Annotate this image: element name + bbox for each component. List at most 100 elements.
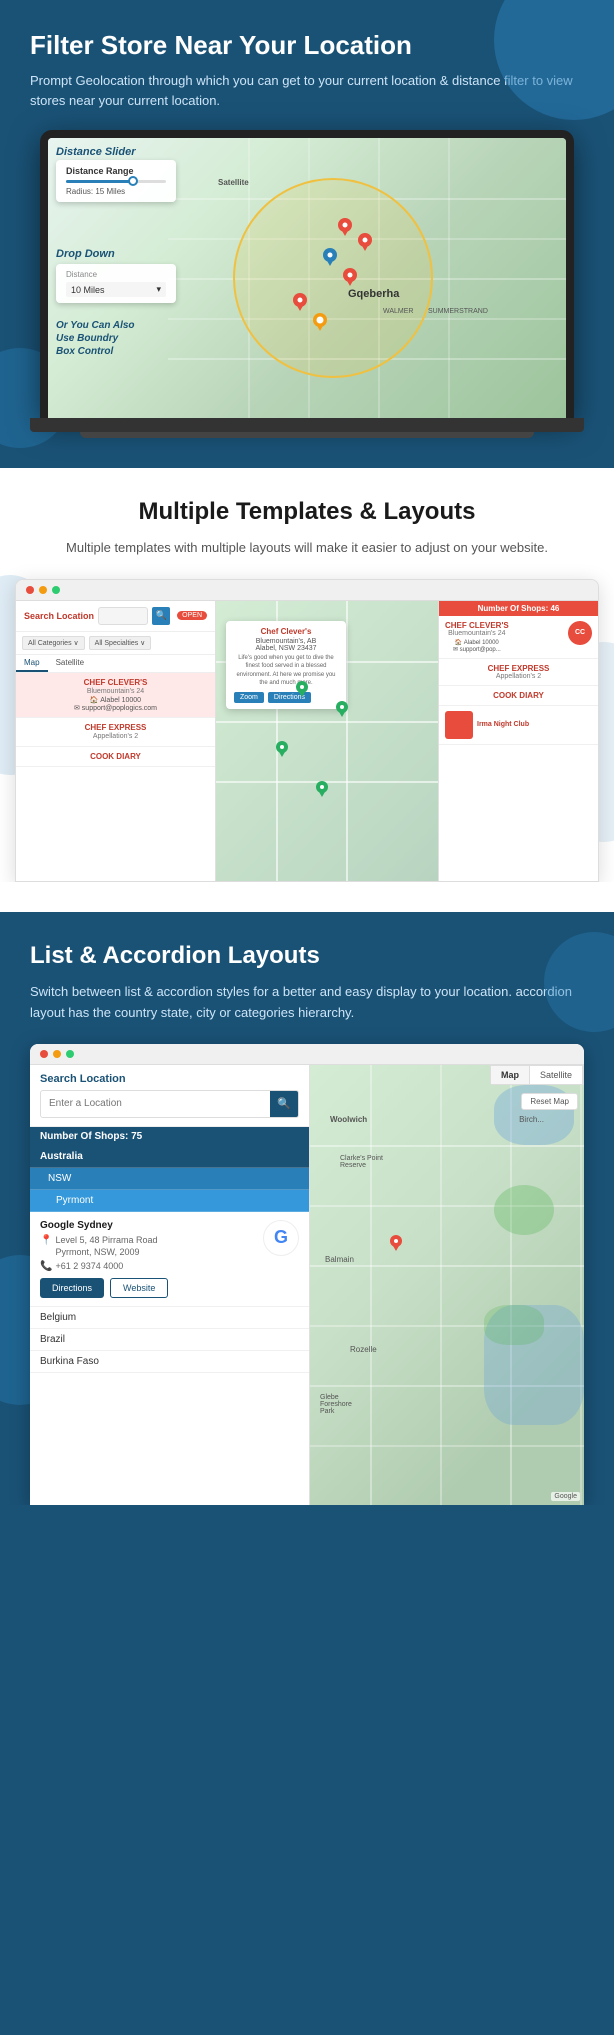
sl-open-toggle[interactable]: OPEN (177, 611, 207, 620)
dot-red (40, 1050, 48, 1058)
sl-tab-satellite[interactable]: Satellite (48, 655, 92, 672)
reset-map-button[interactable]: Reset Map (521, 1093, 578, 1110)
sl-store-list: CHEF CLEVER'S Bluemountain's 24 🏠 Alabel… (16, 673, 215, 881)
section3-title: List & Accordion Layouts (30, 942, 584, 970)
rp-store-addr: Bluemountain's 24 (445, 630, 509, 637)
map-pin (296, 681, 308, 697)
sl-tab-bar: Map Satellite (16, 655, 215, 673)
store-addr: Bluemountain's 24 (22, 688, 209, 695)
map-label: Woolwich (330, 1115, 367, 1124)
map-tab-satellite[interactable]: Satellite (530, 1066, 583, 1084)
store-name: COOK DIARY (22, 752, 209, 761)
slider-fill (66, 180, 136, 183)
directions-button[interactable]: Directions (40, 1278, 104, 1298)
popup-desc: Life's good when you get to dive the fin… (234, 654, 338, 688)
acc-store-name: Google Sydney (40, 1220, 255, 1231)
section1-description: Prompt Geolocation through which you can… (30, 71, 584, 110)
map-label: Clarke's PointReserve (340, 1155, 383, 1169)
browser-outer: Search Location 🔍 OPEN All Categories ∨ … (15, 579, 599, 882)
laptop-base (30, 418, 584, 432)
sl-category-filter[interactable]: All Categories ∨ (22, 636, 85, 650)
dot-green (52, 586, 60, 594)
list-item: CHEF CLEVER'S Bluemountain's 24 🏠 Alabel… (16, 673, 215, 718)
section-templates: Multiple Templates & Layouts Multiple te… (0, 468, 614, 882)
dot-yellow (39, 586, 47, 594)
acc-city-pyrmont[interactable]: Pyrmont (30, 1190, 309, 1212)
website-button[interactable]: Website (110, 1278, 168, 1298)
sl-search-bar: Search Location 🔍 OPEN (24, 607, 207, 625)
sl-map-area: Chef Clever's Bluemountain's, ABAlabel, … (216, 601, 438, 881)
map-road (310, 1445, 584, 1447)
chevron-down-icon: ▾ (156, 284, 161, 295)
sl-search-input[interactable] (98, 607, 148, 625)
store-meta: 🏠 Alabel 10000 (22, 696, 209, 704)
acc-country-brazil[interactable]: Brazil (30, 1329, 309, 1351)
map-pin (336, 701, 348, 717)
rp-store-name: Irma Night Club (477, 721, 529, 728)
accordion-left-panel: Search Location 🔍 Number Of Shops: 75 Au… (30, 1065, 310, 1505)
acc-map-area: Woolwich Clarke's PointReserve Balmain R… (310, 1065, 584, 1505)
acc-search-input[interactable] (41, 1094, 270, 1113)
acc-country-burkina-faso[interactable]: Burkina Faso (30, 1351, 309, 1373)
dot-green (66, 1050, 74, 1058)
acc-phone-text: +61 2 9374 4000 (55, 1261, 123, 1271)
map-road (216, 721, 438, 723)
map-pin (316, 781, 328, 797)
map-road (580, 1065, 582, 1505)
sl-tab-map[interactable]: Map (16, 655, 48, 672)
acc-count: Number Of Shops: 75 (30, 1127, 309, 1146)
map-pin-sydney (390, 1235, 402, 1251)
store-email: ✉ support@poplogics.com (22, 704, 209, 712)
distance-slider-label: Distance Slider (56, 146, 135, 158)
map-label: Balmain (325, 1255, 354, 1264)
popup-addr: Bluemountain's, ABAlabel, NSW 23437 (234, 638, 338, 652)
popup-buttons: Zoom Directions (234, 692, 338, 703)
rp-store-addr: Appellation's 2 (445, 673, 592, 680)
rp-store-name: CHEF EXPRESS (445, 664, 592, 673)
map-tab-bar: Map Satellite (490, 1065, 584, 1085)
laptop-outer: Distance Slider Distance Range Radius: 1… (40, 130, 574, 418)
map-label: Rozelle (350, 1345, 377, 1354)
rp-store-meta: 🏠 Alabel 10000✉ support@pop... (445, 639, 509, 653)
google-logo: G (263, 1220, 299, 1256)
dropdown-panel: Distance 10 Miles ▾ (56, 264, 176, 303)
sl-search-button[interactable]: 🔍 (152, 607, 170, 625)
laptop-screen: Distance Slider Distance Range Radius: 1… (48, 138, 566, 418)
map-pin (323, 248, 337, 266)
acc-search-button[interactable]: 🔍 (270, 1091, 298, 1117)
dropdown-value[interactable]: 10 Miles ▾ (66, 282, 166, 297)
rp-count-header: Number Of Shops: 46 (439, 601, 598, 616)
dropdown-label: Drop Down (56, 248, 115, 260)
map-label-city: Gqeberha (348, 288, 399, 300)
store-name: CHEF CLEVER'S (22, 678, 209, 687)
map-label-summerstrand: SUMMERSTRAND (428, 308, 488, 315)
store-popup: Chef Clever's Bluemountain's, ABAlabel, … (226, 621, 346, 709)
map-pin (358, 233, 372, 251)
browser-bar (30, 1044, 584, 1065)
slider-track[interactable] (66, 180, 166, 183)
map-pin (276, 741, 288, 757)
sl-right-panel: Number Of Shops: 46 CHEF CLEVER'S Bluemo… (438, 601, 598, 881)
acc-state-nsw[interactable]: NSW (30, 1168, 309, 1190)
map-road (448, 138, 450, 418)
map-pin (313, 313, 327, 331)
browser-mockup-templates: Search Location 🔍 OPEN All Categories ∨ … (0, 579, 614, 882)
acc-addr-text: Level 5, 48 Pirrama RoadPyrmont, NSW, 20… (55, 1234, 157, 1259)
map-pin (293, 293, 307, 311)
acc-store-phone: 📞 +61 2 9374 4000 (40, 1261, 255, 1272)
map-tab-map[interactable]: Map (491, 1066, 530, 1084)
section3-description: Switch between list & accordion styles f… (30, 982, 584, 1024)
popup-store-name: Chef Clever's (234, 627, 338, 636)
list-item: Irma Night Club (439, 706, 598, 745)
acc-store-info: Google Sydney 📍 Level 5, 48 Pirrama Road… (40, 1220, 255, 1298)
popup-zoom-btn[interactable]: Zoom (234, 692, 264, 703)
list-item: CHEF CLEVER'S Bluemountain's 24 🏠 Alabel… (439, 616, 598, 659)
acc-country-australia[interactable]: Australia (30, 1146, 309, 1168)
browser-bar (16, 580, 598, 601)
sl-specialty-filter[interactable]: All Specialties ∨ (89, 636, 152, 650)
acc-country-belgium[interactable]: Belgium (30, 1307, 309, 1329)
browser-mockup-accordion: Search Location 🔍 Number Of Shops: 75 Au… (20, 1044, 594, 1505)
dot-red (26, 586, 34, 594)
acc-search-title: Search Location (40, 1073, 299, 1085)
map-road (440, 1065, 442, 1505)
